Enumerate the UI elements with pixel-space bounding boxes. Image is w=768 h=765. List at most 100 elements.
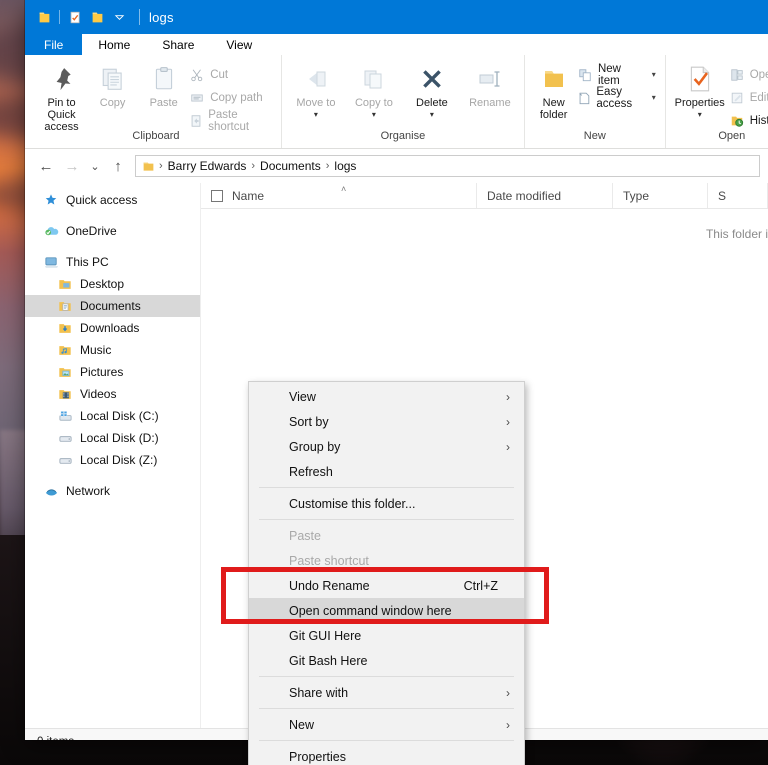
easy-access-icon [577, 90, 591, 106]
context-menu-item-customise-this-folder[interactable]: Customise this folder... [249, 491, 524, 516]
sidebar-label: Music [80, 343, 112, 357]
copy-path-icon [189, 90, 205, 106]
context-menu-label: Open command window here [289, 603, 452, 618]
new-folder-button[interactable]: New folder [530, 59, 577, 121]
cut-button[interactable]: Cut [189, 65, 276, 84]
easy-access-dropdown-icon[interactable]: ▾ [652, 93, 656, 102]
column-header-type[interactable]: Type [613, 183, 708, 208]
pin-to-quick-access-button[interactable]: Pin to Quick access [36, 59, 87, 133]
select-all-checkbox[interactable] [211, 189, 223, 202]
breadcrumb[interactable]: › Barry Edwards › Documents › logs [135, 155, 760, 177]
sidebar-item-local-disk-d[interactable]: Local Disk (D:) [25, 427, 200, 449]
sidebar-label: Quick access [66, 193, 138, 207]
context-menu-item-group-by[interactable]: Group by › [249, 434, 524, 459]
copy-icon [100, 64, 126, 94]
copy-to-icon [360, 64, 388, 94]
sidebar-item-local-disk-z[interactable]: Local Disk (Z:) [25, 449, 200, 471]
edit-button[interactable]: Edit [729, 88, 768, 107]
sidebar-item-downloads[interactable]: Downloads [25, 317, 200, 339]
breadcrumb-item-user[interactable]: Barry Edwards [165, 159, 250, 173]
paste-button[interactable]: Paste [138, 59, 189, 109]
properties-icon[interactable] [64, 6, 86, 28]
context-menu-item-git-gui-here[interactable]: Git GUI Here [249, 623, 524, 648]
move-to-label: Move to [296, 97, 336, 109]
delete-button[interactable]: Delete ▾ [403, 59, 461, 119]
sidebar-label: OneDrive [66, 224, 117, 238]
move-to-dropdown-icon[interactable]: ▾ [314, 110, 318, 119]
forward-button[interactable]: → [59, 154, 85, 178]
sidebar-item-desktop[interactable]: Desktop [25, 273, 200, 295]
move-to-button[interactable]: Move to ▾ [287, 59, 345, 119]
sidebar-item-documents[interactable]: Documents [25, 295, 200, 317]
new-item-button[interactable]: New item ▾ [577, 63, 659, 87]
sidebar-item-videos[interactable]: Videos [25, 383, 200, 405]
properties-dropdown-icon[interactable]: ▾ [698, 110, 702, 119]
sidebar-item-local-disk-c[interactable]: Local Disk (C:) [25, 405, 200, 427]
folder-icon[interactable] [33, 6, 55, 28]
windows-drive-icon [57, 408, 73, 424]
context-menu-separator [259, 676, 514, 677]
tab-share[interactable]: Share [146, 34, 210, 55]
paste-label: Paste [149, 97, 178, 109]
tab-file[interactable]: File [25, 34, 82, 55]
pin-icon [49, 64, 75, 94]
sidebar-item-network[interactable]: Network [25, 480, 200, 502]
properties-button[interactable]: Properties ▾ [671, 59, 729, 119]
back-button[interactable]: ← [33, 154, 59, 178]
sidebar-item-onedrive[interactable]: OneDrive [25, 220, 200, 242]
sidebar-item-quick-access[interactable]: Quick access [25, 189, 200, 211]
properties-label: Properties [674, 97, 725, 109]
copy-path-label: Copy path [210, 91, 263, 104]
breadcrumb-item-documents[interactable]: Documents [257, 159, 324, 173]
column-header-size-label: S [718, 188, 727, 203]
context-menu-item-view[interactable]: View › [249, 384, 524, 409]
rename-button[interactable]: Rename [461, 59, 519, 109]
item-count-label: 0 items [37, 736, 74, 741]
open-button[interactable]: Open ▾ [729, 65, 768, 84]
context-menu-item-git-bash-here[interactable]: Git Bash Here [249, 648, 524, 673]
breadcrumb-item-logs[interactable]: logs [331, 159, 359, 173]
context-menu-item-new[interactable]: New › [249, 712, 524, 737]
ribbon-group-open: Properties ▾ Open ▾ E [666, 55, 768, 148]
column-header-date-modified[interactable]: Date modified [477, 183, 613, 208]
recent-locations-button[interactable]: ⌄ [85, 154, 105, 178]
context-menu-separator [259, 740, 514, 741]
address-bar: ← → ⌄ ↑ › Barry Edwards › Documents › lo… [25, 149, 768, 183]
context-menu-item-properties[interactable]: Properties [249, 744, 524, 765]
tab-view[interactable]: View [210, 34, 268, 55]
copy-button[interactable]: Copy [87, 59, 138, 109]
context-menu-item-sort-by[interactable]: Sort by › [249, 409, 524, 434]
sidebar-label: Pictures [80, 365, 124, 379]
context-menu-label: Customise this folder... [289, 496, 416, 511]
drive-icon [57, 452, 73, 468]
qat-dropdown-icon[interactable] [108, 6, 130, 28]
context-menu-item-open-command-window-here[interactable]: Open command window here [249, 598, 524, 623]
context-menu-separator [259, 708, 514, 709]
up-button[interactable]: ↑ [105, 154, 131, 178]
copy-to-button[interactable]: Copy to ▾ [345, 59, 403, 119]
context-menu-item-paste[interactable]: Paste [249, 523, 524, 548]
breadcrumb-separator: › [159, 160, 163, 172]
copy-to-dropdown-icon[interactable]: ▾ [372, 110, 376, 119]
empty-folder-message: This folder is [705, 227, 768, 241]
sidebar-item-this-pc[interactable]: This PC [25, 251, 200, 273]
delete-dropdown-icon[interactable]: ▾ [430, 110, 434, 119]
new-item-dropdown-icon[interactable]: ▾ [652, 70, 656, 79]
tab-home[interactable]: Home [82, 34, 147, 55]
downloads-folder-icon [57, 320, 73, 336]
easy-access-button[interactable]: Easy access ▾ [577, 86, 659, 110]
context-menu-label: Share with [289, 685, 349, 700]
column-headers: Name ˄ Date modified Type S [201, 183, 768, 209]
sidebar-item-pictures[interactable]: Pictures [25, 361, 200, 383]
column-header-name[interactable]: Name ˄ [201, 183, 477, 208]
context-menu-item-undo-rename[interactable]: Undo Rename Ctrl+Z [249, 573, 524, 598]
sidebar-item-music[interactable]: Music [25, 339, 200, 361]
context-menu-item-share-with[interactable]: Share with › [249, 680, 524, 705]
context-menu-item-refresh[interactable]: Refresh [249, 459, 524, 484]
copy-path-button[interactable]: Copy path [189, 88, 276, 107]
context-menu-item-paste-shortcut[interactable]: Paste shortcut [249, 548, 524, 573]
new-folder-icon[interactable] [86, 6, 108, 28]
sort-ascending-icon: ˄ [341, 184, 347, 194]
ribbon-tab-strip: File Home Share View [25, 34, 768, 55]
column-header-size[interactable]: S [708, 183, 768, 208]
